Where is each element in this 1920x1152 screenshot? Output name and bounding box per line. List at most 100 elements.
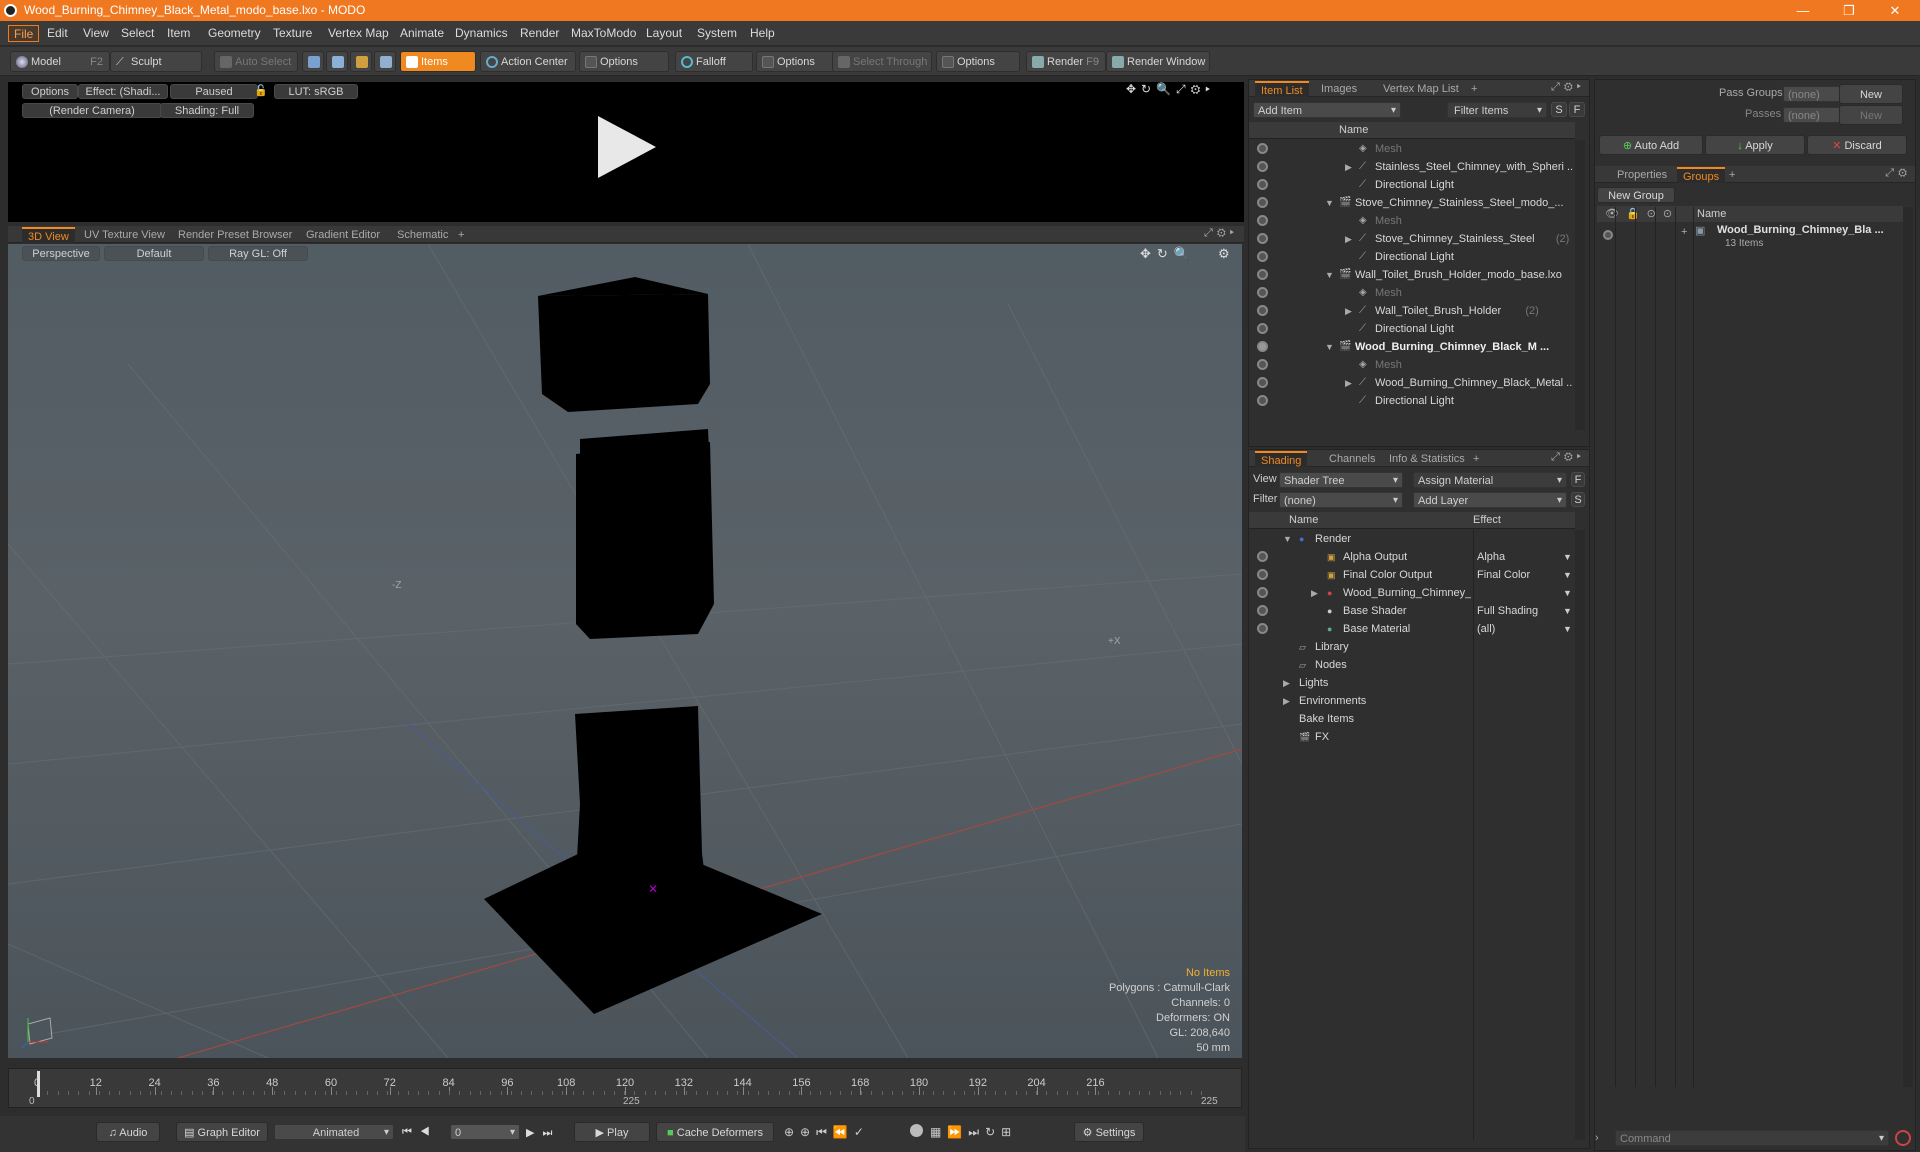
- filter-s-button[interactable]: S: [1551, 102, 1567, 117]
- menu-system[interactable]: System: [692, 25, 742, 42]
- sculpt-mode-button[interactable]: ⟋ Sculpt: [110, 51, 202, 72]
- frame-input[interactable]: 0: [450, 1124, 520, 1140]
- menu-help[interactable]: Help: [745, 25, 780, 42]
- perspective-dropdown[interactable]: Perspective: [22, 246, 100, 261]
- item-list-scrollbar[interactable]: [1575, 140, 1585, 430]
- menu-dynamics[interactable]: Dynamics: [450, 25, 513, 42]
- model-mode-button[interactable]: Model F2: [10, 51, 110, 72]
- new-pass-button[interactable]: New: [1839, 105, 1903, 125]
- menu-maxtomodo[interactable]: MaxToModo: [566, 25, 641, 42]
- record-icon[interactable]: [910, 1124, 923, 1137]
- timeline-playhead[interactable]: [37, 1071, 40, 1097]
- item-list-row[interactable]: ▶ ⟋ Stainless_Steel_Chimney_with_Spheri ..…: [1249, 158, 1575, 176]
- add-tab-button[interactable]: +: [1465, 81, 1483, 97]
- close-button[interactable]: ✕: [1872, 0, 1918, 21]
- expand-icon[interactable]: +: [1681, 226, 1687, 238]
- add-item-dropdown[interactable]: Add Item: [1253, 102, 1401, 118]
- graph-editor-button[interactable]: ▤ Graph Editor: [176, 1122, 268, 1142]
- collapse-arrow-icon[interactable]: ▼: [1325, 194, 1334, 212]
- eye-icon[interactable]: [1257, 323, 1268, 334]
- audio-button[interactable]: ♫ Audio: [96, 1122, 160, 1142]
- item-list-row[interactable]: ◈ Mesh: [1249, 212, 1575, 230]
- auto-add-button[interactable]: ⊕ Auto Add: [1599, 135, 1703, 155]
- animated-dropdown[interactable]: Animated: [274, 1124, 394, 1140]
- chevron-down-icon[interactable]: ▼: [1563, 602, 1572, 620]
- tab-vertex-map-list[interactable]: Vertex Map List: [1377, 81, 1465, 97]
- eye-icon[interactable]: [1257, 161, 1268, 172]
- preview-nav-icons[interactable]: ✥↻🔍⤢⚙▸: [1126, 82, 1215, 97]
- filter-f-button[interactable]: F: [1569, 102, 1585, 117]
- falloff-options-button[interactable]: Options: [756, 51, 836, 72]
- chevron-down-icon[interactable]: ▼: [1563, 620, 1572, 638]
- maximize-button[interactable]: ❐: [1826, 0, 1872, 21]
- key-nav-icons[interactable]: ▦⏩⏭↻⊞: [930, 1125, 1017, 1140]
- item-list-row[interactable]: ▼ 🎬 Stove_Chimney_Stainless_Steel_modo_...: [1249, 194, 1575, 212]
- new-pass-group-button[interactable]: New: [1839, 84, 1903, 104]
- render-window-button[interactable]: Render Window: [1106, 51, 1210, 72]
- tab-properties[interactable]: Properties: [1611, 167, 1673, 183]
- collapse-arrow-icon[interactable]: ▼: [1325, 266, 1334, 284]
- eye-icon[interactable]: [1257, 251, 1268, 262]
- menu-geometry[interactable]: Geometry: [203, 25, 266, 42]
- preview-options-button[interactable]: Options: [22, 84, 78, 99]
- tab-channels[interactable]: Channels: [1323, 451, 1381, 467]
- expand-arrow-icon[interactable]: ▶: [1345, 230, 1352, 248]
- add-tab-button[interactable]: +: [1467, 451, 1485, 467]
- chevron-down-icon[interactable]: ▼: [1563, 584, 1572, 602]
- tab-images[interactable]: Images: [1315, 81, 1363, 97]
- items-mode-button[interactable]: Items: [400, 51, 476, 72]
- tab-groups[interactable]: Groups: [1677, 167, 1726, 183]
- menu-texture[interactable]: Texture: [268, 25, 317, 42]
- item-list-row[interactable]: ⟋ Directional Light: [1249, 176, 1575, 194]
- item-list-row[interactable]: ◈ Mesh: [1249, 284, 1575, 302]
- add-layer-s-button[interactable]: S: [1571, 492, 1585, 507]
- panel-icons[interactable]: ⤢⚙: [1885, 167, 1911, 180]
- shading-dropdown[interactable]: Shading: Full: [160, 103, 254, 118]
- eye-icon[interactable]: [1257, 305, 1268, 316]
- cache-deformers-button[interactable]: ■ Cache Deformers: [656, 1122, 774, 1142]
- minimize-button[interactable]: —: [1780, 0, 1826, 21]
- item-list-row[interactable]: ⟋ Directional Light: [1249, 320, 1575, 338]
- shader-tree-row[interactable]: ▶ Environments: [1249, 692, 1575, 710]
- menu-view[interactable]: View: [78, 25, 114, 42]
- eye-icon[interactable]: [1257, 359, 1268, 370]
- shader-tree-scrollbar[interactable]: [1575, 530, 1585, 1140]
- collapse-arrow-icon[interactable]: ▼: [1283, 530, 1292, 548]
- select-through-options-button[interactable]: Options: [936, 51, 1020, 72]
- tab-shading[interactable]: Shading: [1255, 451, 1308, 467]
- lock-icon[interactable]: 🔓: [254, 84, 268, 97]
- play-button[interactable]: ▶ Play: [574, 1122, 650, 1142]
- shader-tree-row[interactable]: Bake Items: [1249, 710, 1575, 728]
- shader-tree-row[interactable]: 🎬 FX: [1249, 728, 1575, 746]
- auto-select-button[interactable]: Auto Select: [214, 51, 298, 72]
- expand-arrow-icon[interactable]: ▶: [1345, 374, 1352, 392]
- shader-tree-dropdown[interactable]: Shader Tree: [1279, 472, 1403, 488]
- item-list-row[interactable]: ⟋ Directional Light: [1249, 392, 1575, 410]
- shader-tree-row[interactable]: ▣ Final Color Output Final Color ▼: [1249, 566, 1575, 584]
- effect-dropdown[interactable]: Final Color: [1477, 566, 1573, 584]
- shader-tree-row[interactable]: ▼ ● Render: [1249, 530, 1575, 548]
- effect-dropdown[interactable]: Full Shading: [1477, 602, 1573, 620]
- add-tab-button[interactable]: +: [1723, 167, 1741, 183]
- render-button[interactable]: Render F9: [1026, 51, 1106, 72]
- menu-animate[interactable]: Animate: [395, 25, 449, 42]
- preview-effect-dropdown[interactable]: Effect: (Shadi...: [78, 84, 168, 99]
- shader-tree-row[interactable]: ▶ ● Wood_Burning_Chimney_B... ▼: [1249, 584, 1575, 602]
- preview-paused-button[interactable]: Paused: [170, 84, 258, 99]
- expand-arrow-icon[interactable]: ▶: [1283, 692, 1290, 710]
- eye-icon[interactable]: [1257, 179, 1268, 190]
- settings-button[interactable]: ⚙ Settings: [1074, 1122, 1144, 1142]
- eye-icon[interactable]: [1257, 287, 1268, 298]
- eye-icon[interactable]: [1257, 395, 1268, 406]
- groups-scrollbar[interactable]: [1903, 207, 1913, 1087]
- tab-uv-texture-view[interactable]: UV Texture View: [78, 227, 171, 243]
- action-center-options-button[interactable]: Options: [579, 51, 669, 72]
- shader-tree-row[interactable]: ● Base Material (all) ▼: [1249, 620, 1575, 638]
- chevron-down-icon[interactable]: ▼: [1563, 548, 1572, 566]
- assign-f-button[interactable]: F: [1571, 472, 1585, 487]
- key-tools-icons[interactable]: ⊕⊕⏮⏪✓: [784, 1125, 870, 1140]
- expand-arrow-icon[interactable]: ▶: [1283, 674, 1290, 692]
- menu-layout[interactable]: Layout: [641, 25, 687, 42]
- item-list-row[interactable]: ▶ ⟋ Wood_Burning_Chimney_Black_Metal ...: [1249, 374, 1575, 392]
- eye-icon[interactable]: [1257, 341, 1268, 352]
